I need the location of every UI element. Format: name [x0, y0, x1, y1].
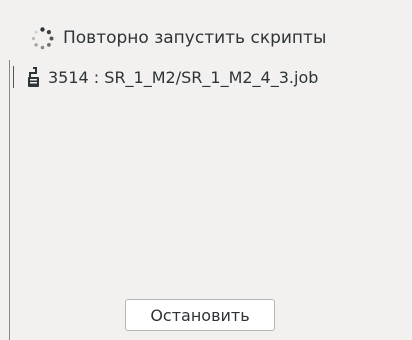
- script-icon: [26, 66, 40, 88]
- rerun-scripts-header: Повторно запустить скрипты: [30, 24, 326, 52]
- spinner-icon: [30, 26, 55, 51]
- job-row-separator: [13, 66, 14, 88]
- rerun-scripts-label: Повторно запустить скрипты: [63, 28, 327, 48]
- job-list-item[interactable]: 3514 : SR_1_M2/SR_1_M2_4_3.job: [13, 63, 319, 91]
- job-label: 3514 : SR_1_M2/SR_1_M2_4_3.job: [48, 67, 319, 87]
- panel-left-border: [9, 60, 10, 340]
- stop-button[interactable]: Остановить: [125, 299, 275, 331]
